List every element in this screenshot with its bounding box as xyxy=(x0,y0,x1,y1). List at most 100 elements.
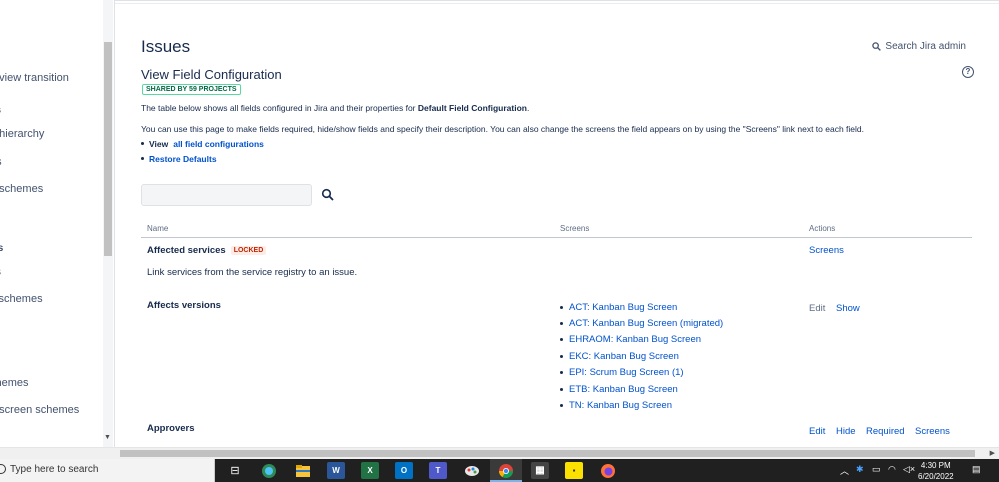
clock-time: 4:30 PM xyxy=(920,461,951,470)
search-icon[interactable] xyxy=(321,188,335,202)
sidebar-item-workflow-transition[interactable]: e view transition xyxy=(0,72,69,84)
list-item: ETB: Kanban Bug Screen xyxy=(560,381,723,397)
field-name-affected-services: Affected services LOCKED xyxy=(147,245,267,256)
taskbar-clock[interactable]: 4:30 PM 6/20/2022 xyxy=(918,460,954,482)
table-header-divider xyxy=(141,237,972,238)
screen-link[interactable]: ACT: Kanban Bug Screen xyxy=(569,302,677,313)
bullet xyxy=(560,354,563,358)
sidebar-item-issue-type-hierarchy[interactable]: e hierarchy xyxy=(0,128,44,140)
bullet xyxy=(560,387,563,391)
list-item: EHRAOM: Kanban Bug Screen xyxy=(560,332,723,348)
edit-link[interactable]: Edit xyxy=(809,303,825,314)
bullet xyxy=(560,371,563,375)
show-hidden-icons-chevron-icon[interactable]: ︿ xyxy=(840,464,849,477)
paint-icon[interactable] xyxy=(463,462,481,479)
config-description: The table below shows all fields configu… xyxy=(141,103,529,113)
bullet xyxy=(560,305,563,309)
search-jira-admin-link[interactable]: Search Jira admin xyxy=(872,41,966,52)
sidebar-item-issue-types[interactable]: es xyxy=(0,156,2,168)
section-title: View Field Configuration xyxy=(141,67,282,82)
search-jira-admin-label: Search Jira admin xyxy=(885,41,966,52)
all-field-configurations-link[interactable]: all field configurations xyxy=(173,139,264,149)
taskbar-search-box[interactable]: Type here to search xyxy=(0,459,215,482)
battery-icon[interactable]: ▭ xyxy=(872,464,881,475)
screens-link[interactable]: Screens xyxy=(915,426,950,437)
config-instructions: You can use this page to make fields req… xyxy=(141,124,865,134)
bullet xyxy=(141,142,144,145)
column-header-name: Name xyxy=(147,224,169,233)
restore-defaults-link[interactable]: Restore Defaults xyxy=(149,154,217,164)
help-icon[interactable]: ? xyxy=(962,66,974,78)
configuration-name: Default Field Configuration xyxy=(417,103,527,113)
screen-link[interactable]: EHRAOM: Kanban Bug Screen xyxy=(569,334,701,345)
screens-list: ACT: Kanban Bug Screen ACT: Kanban Bug S… xyxy=(560,299,723,414)
show-link[interactable]: Show xyxy=(836,303,860,314)
sidebar-item-workflows[interactable]: vs xyxy=(0,266,1,278)
screen-link[interactable]: EKC: Kanban Bug Screen xyxy=(569,351,679,362)
sidebar-item-workflow-schemes[interactable]: v schemes xyxy=(0,293,43,305)
wifi-icon[interactable]: ◠ xyxy=(888,464,896,475)
list-item: TN: Kanban Bug Screen xyxy=(560,397,723,413)
sidebar-scrollbar-thumb[interactable] xyxy=(104,42,112,256)
horizontal-scrollbar[interactable]: ▶ xyxy=(0,447,999,459)
field-description: Link services from the service registry … xyxy=(147,267,358,278)
word-icon[interactable]: W xyxy=(327,462,345,479)
screen-link[interactable]: EPI: Scrum Bug Screen (1) xyxy=(569,367,684,378)
search-icon xyxy=(0,464,6,474)
calculator-icon[interactable]: ▦ xyxy=(531,462,549,479)
main-content: Issues Search Jira admin View Field Conf… xyxy=(141,0,974,447)
field-name-approvers: Approvers xyxy=(147,423,195,434)
task-view-icon[interactable]: ⊟ xyxy=(226,462,244,479)
chrome-icon[interactable] xyxy=(497,462,515,479)
list-item: ACT: Kanban Bug Screen xyxy=(560,299,723,315)
screens-link[interactable]: Screens xyxy=(809,245,844,256)
locked-badge: LOCKED xyxy=(230,246,267,255)
list-item: Restore Defaults xyxy=(141,151,264,166)
screen-link[interactable]: TN: Kanban Bug Screen xyxy=(569,400,672,411)
description-text: The table below shows all fields configu… xyxy=(141,103,418,113)
sidebar-item-issue-type-screen-schemes[interactable]: e screen schemes xyxy=(0,404,79,416)
volume-icon[interactable]: ◁× xyxy=(903,464,915,475)
outlook-icon[interactable]: O xyxy=(395,462,413,479)
excel-icon[interactable]: X xyxy=(361,462,379,479)
page-title: Issues xyxy=(141,37,191,56)
bullet xyxy=(560,322,563,326)
sticky-notes-icon[interactable]: ▪ xyxy=(565,462,583,479)
scroll-right-arrow-icon[interactable]: ▶ xyxy=(990,449,995,457)
edge-browser-icon[interactable] xyxy=(260,462,278,479)
file-explorer-icon[interactable] xyxy=(294,462,312,479)
sidebar-heading-workflows: ws xyxy=(0,243,3,254)
sidebar-item-screen-schemes[interactable]: chemes xyxy=(0,377,29,389)
notification-center-icon[interactable]: ▤ xyxy=(972,464,981,475)
required-link[interactable]: Required xyxy=(866,426,905,437)
field-filter-input[interactable] xyxy=(141,184,312,206)
admin-sidebar: e view transition es e hierarchy es e sc… xyxy=(0,0,115,447)
horizontal-scrollbar-thumb[interactable] xyxy=(120,450,975,457)
firefox-icon[interactable] xyxy=(599,462,617,479)
bullet xyxy=(141,157,144,160)
list-item: EKC: Kanban Bug Screen xyxy=(560,348,723,364)
list-item: ACT: Kanban Bug Screen (migrated) xyxy=(560,315,723,331)
bluetooth-icon[interactable]: ✱ xyxy=(856,464,864,475)
edit-link[interactable]: Edit xyxy=(809,426,825,437)
screen-link[interactable]: ACT: Kanban Bug Screen (migrated) xyxy=(569,318,723,329)
hide-link[interactable]: Hide xyxy=(836,426,856,437)
column-header-screens: Screens xyxy=(560,224,590,233)
screen-link[interactable]: ETB: Kanban Bug Screen xyxy=(569,384,678,395)
teams-icon[interactable]: T xyxy=(429,462,447,479)
column-header-actions: Actions xyxy=(809,224,836,233)
sidebar-item-issue-type-schemes[interactable]: e schemes xyxy=(0,183,43,195)
bullet xyxy=(560,338,563,342)
search-icon xyxy=(872,42,882,51)
sidebar-heading-issue-types: es xyxy=(0,105,1,116)
description-end: . xyxy=(526,103,530,113)
bullet xyxy=(560,404,563,408)
windows-taskbar: Type here to search ⊟ W X O T ▦ ▪ ︿ ✱ ▭ … xyxy=(0,459,999,482)
shared-by-projects-badge[interactable]: SHARED BY 59 PROJECTS xyxy=(142,84,241,95)
scroll-down-arrow-icon[interactable]: ▼ xyxy=(104,434,111,441)
list-item: View all field configurations xyxy=(141,136,264,151)
taskbar-search-placeholder: Type here to search xyxy=(10,464,99,475)
field-name-affects-versions: Affects versions xyxy=(147,300,221,311)
config-links-list: View all field configurations Restore De… xyxy=(141,136,264,166)
list-item: EPI: Scrum Bug Screen (1) xyxy=(560,365,723,381)
